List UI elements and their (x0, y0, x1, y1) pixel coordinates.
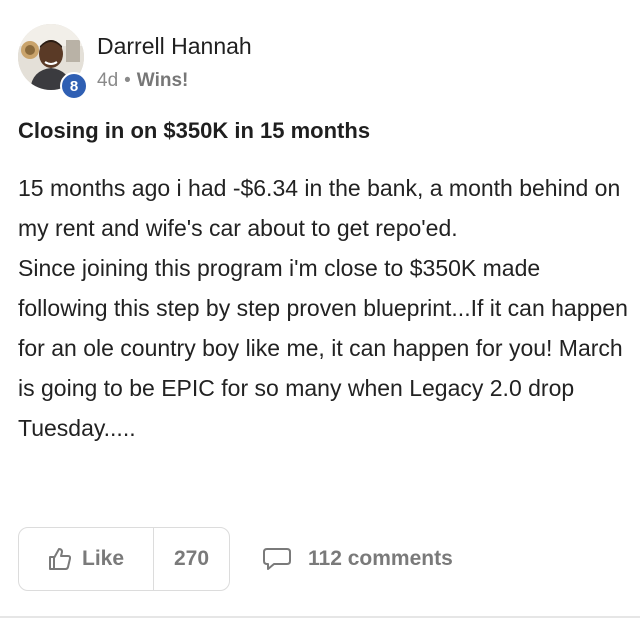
post-paragraph: Since joining this program i'm close to … (18, 255, 628, 441)
post-title: Closing in on $350K in 15 months (18, 118, 371, 143)
post-actions: Like 270 112 comments (18, 527, 628, 591)
comments-label: 112 comments (308, 547, 453, 570)
like-label: Like (82, 547, 125, 570)
thumbs-up-icon (49, 548, 72, 570)
divider (0, 616, 640, 618)
like-count[interactable]: 270 (154, 528, 229, 590)
like-button[interactable]: Like (19, 528, 154, 590)
meta-separator: • (124, 70, 131, 91)
post-paragraph: 15 months ago i had -$6.34 in the bank, … (18, 175, 621, 241)
avatar-container[interactable]: 8 (18, 24, 88, 100)
post-header: 8 Darrell Hannah 4d • Wins! (18, 24, 618, 100)
comment-bubble-icon (263, 548, 291, 570)
community-post: 8 Darrell Hannah 4d • Wins! Closing in o… (0, 0, 640, 620)
post-time: 4d (97, 70, 119, 91)
comments-button[interactable]: 112 comments (262, 527, 453, 591)
post-meta: 4d • Wins! (97, 70, 188, 92)
author-name[interactable]: Darrell Hannah (97, 33, 252, 60)
level-badge: 8 (60, 72, 88, 100)
post-category[interactable]: Wins! (137, 70, 189, 92)
post-body: 15 months ago i had -$6.34 in the bank, … (18, 168, 630, 448)
like-box: Like 270 (18, 527, 230, 591)
